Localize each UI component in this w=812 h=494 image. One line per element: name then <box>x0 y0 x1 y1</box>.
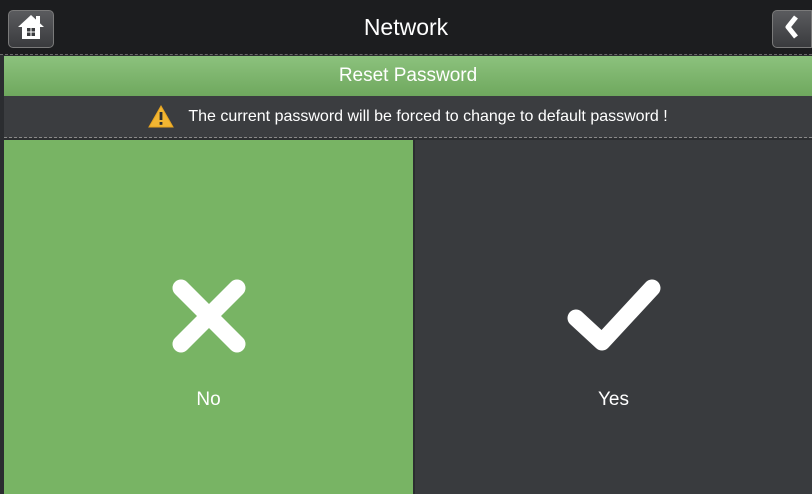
yes-label: Yes <box>598 389 629 410</box>
yes-button[interactable]: Yes <box>415 140 812 494</box>
back-chevron-icon <box>784 14 800 44</box>
no-label: No <box>196 389 221 410</box>
back-button[interactable] <box>772 10 812 48</box>
top-bar: Network <box>0 0 812 55</box>
cross-icon <box>171 278 247 359</box>
checkmark-icon <box>566 278 662 359</box>
no-button[interactable]: No <box>4 140 413 494</box>
page-title: Network <box>363 14 449 40</box>
warning-bar: The current password will be forced to c… <box>4 96 812 138</box>
warning-text: The current password will be forced to c… <box>188 107 668 125</box>
dialog-title: Reset Password <box>4 56 812 96</box>
warning-icon <box>148 105 175 128</box>
